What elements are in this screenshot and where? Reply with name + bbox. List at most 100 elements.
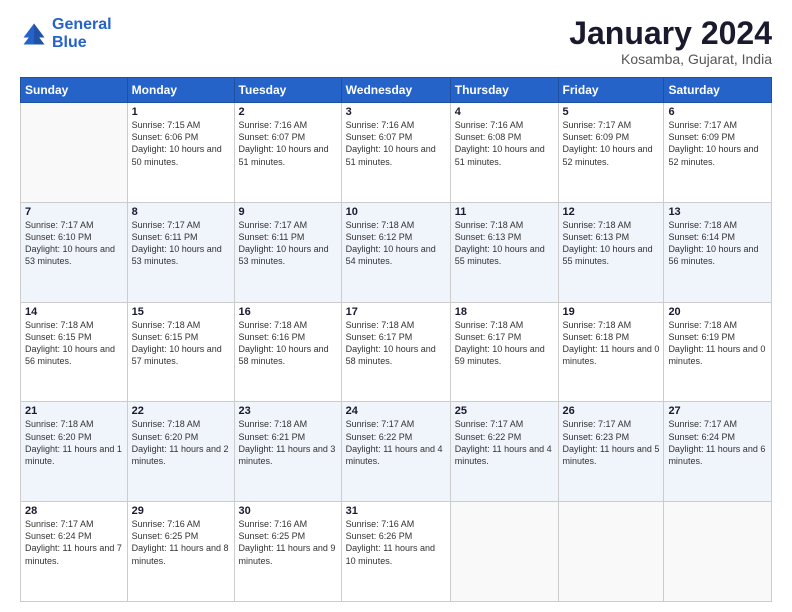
day-info: Sunrise: 7:17 AM Sunset: 6:24 PM Dayligh…: [668, 418, 767, 467]
day-info: Sunrise: 7:17 AM Sunset: 6:11 PM Dayligh…: [132, 219, 230, 268]
day-cell: 6Sunrise: 7:17 AM Sunset: 6:09 PM Daylig…: [664, 103, 772, 203]
day-info: Sunrise: 7:18 AM Sunset: 6:16 PM Dayligh…: [239, 319, 337, 368]
col-monday: Monday: [127, 78, 234, 103]
page: General Blue January 2024 Kosamba, Gujar…: [0, 0, 792, 612]
day-number: 7: [25, 206, 123, 218]
day-cell: 14Sunrise: 7:18 AM Sunset: 6:15 PM Dayli…: [21, 302, 128, 402]
day-info: Sunrise: 7:18 AM Sunset: 6:17 PM Dayligh…: [455, 319, 554, 368]
day-cell: 10Sunrise: 7:18 AM Sunset: 6:12 PM Dayli…: [341, 202, 450, 302]
calendar-table: Sunday Monday Tuesday Wednesday Thursday…: [20, 77, 772, 602]
col-wednesday: Wednesday: [341, 78, 450, 103]
day-cell: 24Sunrise: 7:17 AM Sunset: 6:22 PM Dayli…: [341, 402, 450, 502]
day-info: Sunrise: 7:15 AM Sunset: 6:06 PM Dayligh…: [132, 119, 230, 168]
day-number: 8: [132, 206, 230, 218]
month-title: January 2024: [569, 16, 772, 51]
day-cell: [450, 502, 558, 602]
day-number: 30: [239, 505, 337, 517]
header: General Blue January 2024 Kosamba, Gujar…: [20, 16, 772, 67]
day-number: 18: [455, 306, 554, 318]
day-cell: 25Sunrise: 7:17 AM Sunset: 6:22 PM Dayli…: [450, 402, 558, 502]
day-number: 29: [132, 505, 230, 517]
day-cell: 19Sunrise: 7:18 AM Sunset: 6:18 PM Dayli…: [558, 302, 664, 402]
location: Kosamba, Gujarat, India: [569, 51, 772, 67]
day-cell: 26Sunrise: 7:17 AM Sunset: 6:23 PM Dayli…: [558, 402, 664, 502]
day-info: Sunrise: 7:18 AM Sunset: 6:19 PM Dayligh…: [668, 319, 767, 368]
day-info: Sunrise: 7:16 AM Sunset: 6:07 PM Dayligh…: [346, 119, 446, 168]
day-cell: 8Sunrise: 7:17 AM Sunset: 6:11 PM Daylig…: [127, 202, 234, 302]
day-cell: [664, 502, 772, 602]
day-cell: 30Sunrise: 7:16 AM Sunset: 6:25 PM Dayli…: [234, 502, 341, 602]
day-cell: 5Sunrise: 7:17 AM Sunset: 6:09 PM Daylig…: [558, 103, 664, 203]
day-number: 23: [239, 405, 337, 417]
day-number: 3: [346, 106, 446, 118]
day-info: Sunrise: 7:17 AM Sunset: 6:09 PM Dayligh…: [668, 119, 767, 168]
day-number: 24: [346, 405, 446, 417]
day-info: Sunrise: 7:18 AM Sunset: 6:18 PM Dayligh…: [563, 319, 660, 368]
day-number: 4: [455, 106, 554, 118]
day-number: 25: [455, 405, 554, 417]
day-cell: 3Sunrise: 7:16 AM Sunset: 6:07 PM Daylig…: [341, 103, 450, 203]
day-info: Sunrise: 7:17 AM Sunset: 6:10 PM Dayligh…: [25, 219, 123, 268]
day-info: Sunrise: 7:18 AM Sunset: 6:21 PM Dayligh…: [239, 418, 337, 467]
day-cell: 18Sunrise: 7:18 AM Sunset: 6:17 PM Dayli…: [450, 302, 558, 402]
day-cell: 28Sunrise: 7:17 AM Sunset: 6:24 PM Dayli…: [21, 502, 128, 602]
day-number: 6: [668, 106, 767, 118]
day-info: Sunrise: 7:18 AM Sunset: 6:15 PM Dayligh…: [25, 319, 123, 368]
day-cell: 11Sunrise: 7:18 AM Sunset: 6:13 PM Dayli…: [450, 202, 558, 302]
day-number: 11: [455, 206, 554, 218]
day-number: 19: [563, 306, 660, 318]
logo-text: General Blue: [52, 16, 112, 51]
day-info: Sunrise: 7:17 AM Sunset: 6:24 PM Dayligh…: [25, 518, 123, 567]
day-cell: 7Sunrise: 7:17 AM Sunset: 6:10 PM Daylig…: [21, 202, 128, 302]
day-info: Sunrise: 7:17 AM Sunset: 6:22 PM Dayligh…: [346, 418, 446, 467]
day-number: 1: [132, 106, 230, 118]
day-number: 16: [239, 306, 337, 318]
day-cell: 13Sunrise: 7:18 AM Sunset: 6:14 PM Dayli…: [664, 202, 772, 302]
day-cell: 23Sunrise: 7:18 AM Sunset: 6:21 PM Dayli…: [234, 402, 341, 502]
col-sunday: Sunday: [21, 78, 128, 103]
day-number: 9: [239, 206, 337, 218]
logo: General Blue: [20, 16, 112, 51]
day-cell: 4Sunrise: 7:16 AM Sunset: 6:08 PM Daylig…: [450, 103, 558, 203]
header-row: Sunday Monday Tuesday Wednesday Thursday…: [21, 78, 772, 103]
week-row-1: 7Sunrise: 7:17 AM Sunset: 6:10 PM Daylig…: [21, 202, 772, 302]
day-cell: 9Sunrise: 7:17 AM Sunset: 6:11 PM Daylig…: [234, 202, 341, 302]
day-info: Sunrise: 7:16 AM Sunset: 6:25 PM Dayligh…: [132, 518, 230, 567]
day-info: Sunrise: 7:17 AM Sunset: 6:09 PM Dayligh…: [563, 119, 660, 168]
day-cell: 29Sunrise: 7:16 AM Sunset: 6:25 PM Dayli…: [127, 502, 234, 602]
day-info: Sunrise: 7:16 AM Sunset: 6:08 PM Dayligh…: [455, 119, 554, 168]
day-cell: 12Sunrise: 7:18 AM Sunset: 6:13 PM Dayli…: [558, 202, 664, 302]
day-info: Sunrise: 7:18 AM Sunset: 6:15 PM Dayligh…: [132, 319, 230, 368]
day-cell: 21Sunrise: 7:18 AM Sunset: 6:20 PM Dayli…: [21, 402, 128, 502]
day-cell: 2Sunrise: 7:16 AM Sunset: 6:07 PM Daylig…: [234, 103, 341, 203]
day-info: Sunrise: 7:17 AM Sunset: 6:23 PM Dayligh…: [563, 418, 660, 467]
day-cell: 27Sunrise: 7:17 AM Sunset: 6:24 PM Dayli…: [664, 402, 772, 502]
week-row-4: 28Sunrise: 7:17 AM Sunset: 6:24 PM Dayli…: [21, 502, 772, 602]
day-info: Sunrise: 7:18 AM Sunset: 6:20 PM Dayligh…: [25, 418, 123, 467]
day-number: 5: [563, 106, 660, 118]
day-number: 26: [563, 405, 660, 417]
col-tuesday: Tuesday: [234, 78, 341, 103]
day-info: Sunrise: 7:17 AM Sunset: 6:11 PM Dayligh…: [239, 219, 337, 268]
week-row-0: 1Sunrise: 7:15 AM Sunset: 6:06 PM Daylig…: [21, 103, 772, 203]
day-cell: [21, 103, 128, 203]
day-cell: 20Sunrise: 7:18 AM Sunset: 6:19 PM Dayli…: [664, 302, 772, 402]
week-row-3: 21Sunrise: 7:18 AM Sunset: 6:20 PM Dayli…: [21, 402, 772, 502]
week-row-2: 14Sunrise: 7:18 AM Sunset: 6:15 PM Dayli…: [21, 302, 772, 402]
day-info: Sunrise: 7:18 AM Sunset: 6:12 PM Dayligh…: [346, 219, 446, 268]
day-info: Sunrise: 7:16 AM Sunset: 6:25 PM Dayligh…: [239, 518, 337, 567]
day-cell: 22Sunrise: 7:18 AM Sunset: 6:20 PM Dayli…: [127, 402, 234, 502]
day-number: 17: [346, 306, 446, 318]
day-info: Sunrise: 7:18 AM Sunset: 6:13 PM Dayligh…: [563, 219, 660, 268]
day-cell: 31Sunrise: 7:16 AM Sunset: 6:26 PM Dayli…: [341, 502, 450, 602]
day-number: 2: [239, 106, 337, 118]
day-number: 15: [132, 306, 230, 318]
title-area: January 2024 Kosamba, Gujarat, India: [569, 16, 772, 67]
day-number: 28: [25, 505, 123, 517]
day-cell: 15Sunrise: 7:18 AM Sunset: 6:15 PM Dayli…: [127, 302, 234, 402]
day-cell: 17Sunrise: 7:18 AM Sunset: 6:17 PM Dayli…: [341, 302, 450, 402]
col-thursday: Thursday: [450, 78, 558, 103]
day-info: Sunrise: 7:16 AM Sunset: 6:07 PM Dayligh…: [239, 119, 337, 168]
day-info: Sunrise: 7:18 AM Sunset: 6:17 PM Dayligh…: [346, 319, 446, 368]
col-friday: Friday: [558, 78, 664, 103]
